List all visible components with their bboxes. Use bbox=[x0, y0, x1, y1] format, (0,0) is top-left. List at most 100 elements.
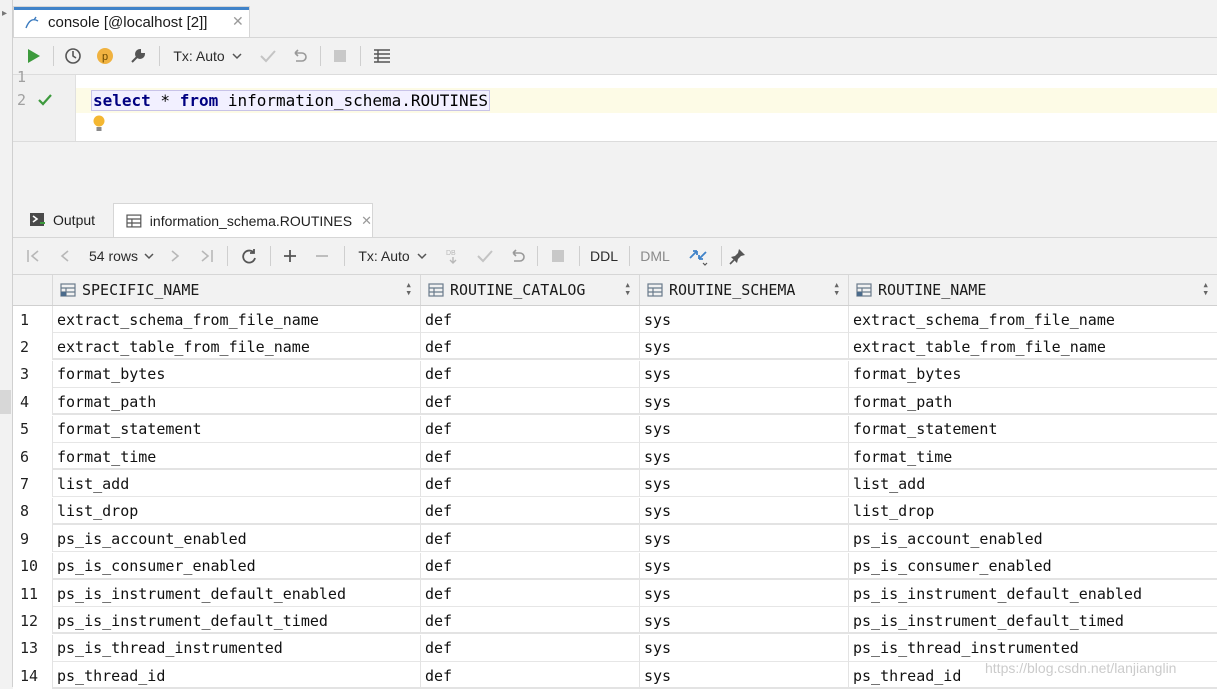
table-cell[interactable]: def bbox=[421, 662, 640, 689]
table-cell[interactable]: ps_is_account_enabled bbox=[53, 525, 421, 553]
next-page-button[interactable] bbox=[165, 245, 185, 267]
table-cell[interactable]: list_drop bbox=[849, 498, 1217, 525]
table-cell[interactable]: def bbox=[421, 443, 640, 470]
table-cell[interactable]: sys bbox=[640, 360, 849, 388]
table-cell[interactable]: extract_schema_from_file_name bbox=[53, 306, 421, 333]
bulb-icon[interactable] bbox=[92, 115, 106, 133]
table-cell[interactable]: ps_is_consumer_enabled bbox=[849, 553, 1217, 580]
add-row-button[interactable] bbox=[279, 245, 301, 267]
column-header[interactable]: ROUTINE_NAME ▴ ▾ bbox=[849, 275, 1217, 305]
table-cell[interactable]: ps_is_instrument_default_timed bbox=[849, 607, 1217, 634]
table-cell[interactable]: ps_is_thread_instrumented bbox=[53, 634, 421, 662]
commit-button[interactable] bbox=[257, 45, 279, 67]
table-row[interactable]: 12 ps_is_instrument_default_timed def sys ps… bbox=[13, 607, 1217, 635]
table-cell[interactable]: ps_is_thread_instrumented bbox=[849, 635, 1217, 662]
table-cell[interactable]: def bbox=[421, 470, 640, 498]
table-row[interactable]: 8 list_drop def sys list_drop bbox=[13, 497, 1217, 525]
first-page-button[interactable] bbox=[23, 245, 43, 267]
rollback-button[interactable] bbox=[288, 45, 310, 67]
results-grid[interactable]: SPECIFIC_NAME ▴ ▾ ROUTINE_CATALOG ▴ ▾ ROUT… bbox=[13, 275, 1217, 689]
ddl-button[interactable]: DDL bbox=[587, 245, 621, 267]
console-tab[interactable]: console [@localhost [2]] ✕ bbox=[13, 6, 250, 37]
table-cell[interactable]: format_time bbox=[849, 443, 1217, 470]
column-header[interactable]: ROUTINE_SCHEMA ▴ ▾ bbox=[640, 275, 849, 305]
results-grid-button[interactable] bbox=[371, 45, 393, 67]
sort-icon[interactable]: ▴ ▾ bbox=[405, 279, 412, 298]
table-cell[interactable]: sys bbox=[640, 662, 849, 689]
tx-mode-dropdown[interactable]: Tx: Auto bbox=[355, 245, 431, 267]
table-cell[interactable]: sys bbox=[640, 443, 849, 470]
table-cell[interactable]: sys bbox=[640, 388, 849, 416]
tab-routines[interactable]: information_schema.ROUTINES ✕ bbox=[113, 203, 373, 237]
table-cell[interactable]: ps_is_consumer_enabled bbox=[53, 552, 421, 580]
table-cell[interactable]: format_bytes bbox=[53, 360, 421, 388]
table-cell[interactable]: extract_table_from_file_name bbox=[53, 333, 421, 361]
sort-icon[interactable]: ▴ ▾ bbox=[1202, 279, 1209, 298]
table-cell[interactable]: sys bbox=[640, 415, 849, 443]
sql-editor[interactable]: 1 2 select * from information_schema.ROU… bbox=[13, 68, 1217, 142]
rollback-button[interactable] bbox=[506, 245, 528, 267]
table-cell[interactable]: def bbox=[421, 497, 640, 525]
table-cell[interactable]: sys bbox=[640, 525, 849, 553]
table-cell[interactable]: sys bbox=[640, 607, 849, 635]
table-cell[interactable]: ps_is_account_enabled bbox=[849, 525, 1217, 552]
table-cell[interactable]: format_time bbox=[53, 443, 421, 470]
table-row[interactable]: 6 format_time def sys format_time bbox=[13, 443, 1217, 470]
table-row[interactable]: 2 extract_table_from_file_name def sys extra… bbox=[13, 333, 1217, 361]
table-cell[interactable]: list_add bbox=[849, 470, 1217, 497]
compare-button[interactable] bbox=[686, 245, 710, 267]
table-row[interactable]: 4 format_path def sys format_path bbox=[13, 388, 1217, 416]
table-row[interactable]: 5 format_statement def sys format_statement bbox=[13, 415, 1217, 443]
column-header[interactable]: ROUTINE_CATALOG ▴ ▾ bbox=[421, 275, 640, 305]
dml-button[interactable]: DML bbox=[637, 245, 673, 267]
table-cell[interactable]: sys bbox=[640, 580, 849, 607]
table-row[interactable]: 7 list_add def sys list_add bbox=[13, 470, 1217, 498]
stop-button[interactable] bbox=[329, 45, 351, 67]
table-cell[interactable]: extract_table_from_file_name bbox=[849, 333, 1217, 360]
history-button[interactable] bbox=[62, 45, 84, 67]
table-cell[interactable]: format_path bbox=[849, 388, 1217, 415]
tab-output[interactable]: Output bbox=[19, 203, 119, 237]
settings-button[interactable] bbox=[127, 45, 149, 67]
table-cell[interactable]: format_statement bbox=[849, 416, 1217, 443]
remove-row-button[interactable] bbox=[311, 245, 333, 267]
commit-button[interactable] bbox=[474, 245, 496, 267]
table-cell[interactable]: list_add bbox=[53, 470, 421, 498]
table-cell[interactable]: def bbox=[421, 306, 640, 333]
table-cell[interactable]: ps_is_instrument_default_enabled bbox=[849, 580, 1217, 607]
prev-page-button[interactable] bbox=[55, 245, 75, 267]
refresh-button[interactable] bbox=[238, 245, 260, 267]
table-row[interactable]: 1 extract_schema_from_file_name def sys extr… bbox=[13, 306, 1217, 333]
table-cell[interactable]: sys bbox=[640, 470, 849, 498]
table-cell[interactable]: format_statement bbox=[53, 415, 421, 443]
table-cell[interactable]: def bbox=[421, 607, 640, 635]
table-cell[interactable]: def bbox=[421, 360, 640, 388]
table-row[interactable]: 9 ps_is_account_enabled def sys ps_is_accoun… bbox=[13, 525, 1217, 553]
sql-query[interactable]: select * from information_schema.ROUTINE… bbox=[91, 90, 490, 111]
sort-icon[interactable]: ▴ ▾ bbox=[833, 279, 840, 298]
run-button[interactable] bbox=[23, 45, 45, 67]
tx-mode-dropdown[interactable]: Tx: Auto bbox=[170, 45, 246, 67]
profile-button[interactable]: p bbox=[94, 45, 116, 67]
table-row[interactable]: 13 ps_is_thread_instrumented def sys ps_is_t… bbox=[13, 634, 1217, 662]
sort-icon[interactable]: ▴ ▾ bbox=[624, 279, 631, 298]
table-row[interactable]: 11 ps_is_instrument_default_enabled def sys… bbox=[13, 580, 1217, 607]
table-cell[interactable]: def bbox=[421, 415, 640, 443]
table-cell[interactable]: ps_is_instrument_default_timed bbox=[53, 607, 421, 635]
table-cell[interactable]: sys bbox=[640, 552, 849, 580]
stop-button[interactable] bbox=[547, 245, 569, 267]
column-header[interactable]: SPECIFIC_NAME ▴ ▾ bbox=[53, 275, 421, 305]
pin-button[interactable] bbox=[727, 245, 749, 267]
table-cell[interactable]: def bbox=[421, 552, 640, 580]
table-cell[interactable]: ps_is_instrument_default_enabled bbox=[53, 580, 421, 607]
table-cell[interactable]: def bbox=[421, 525, 640, 553]
table-cell[interactable]: ps_thread_id bbox=[53, 662, 421, 689]
table-cell[interactable]: def bbox=[421, 580, 640, 607]
close-icon[interactable]: ✕ bbox=[361, 213, 372, 229]
table-cell[interactable]: extract_schema_from_file_name bbox=[849, 306, 1217, 333]
table-cell[interactable]: sys bbox=[640, 634, 849, 662]
rows-dropdown[interactable]: 54 rows bbox=[86, 245, 158, 267]
table-cell[interactable]: def bbox=[421, 634, 640, 662]
table-row[interactable]: 3 format_bytes def sys format_bytes bbox=[13, 360, 1217, 388]
table-cell[interactable]: format_bytes bbox=[849, 361, 1217, 388]
